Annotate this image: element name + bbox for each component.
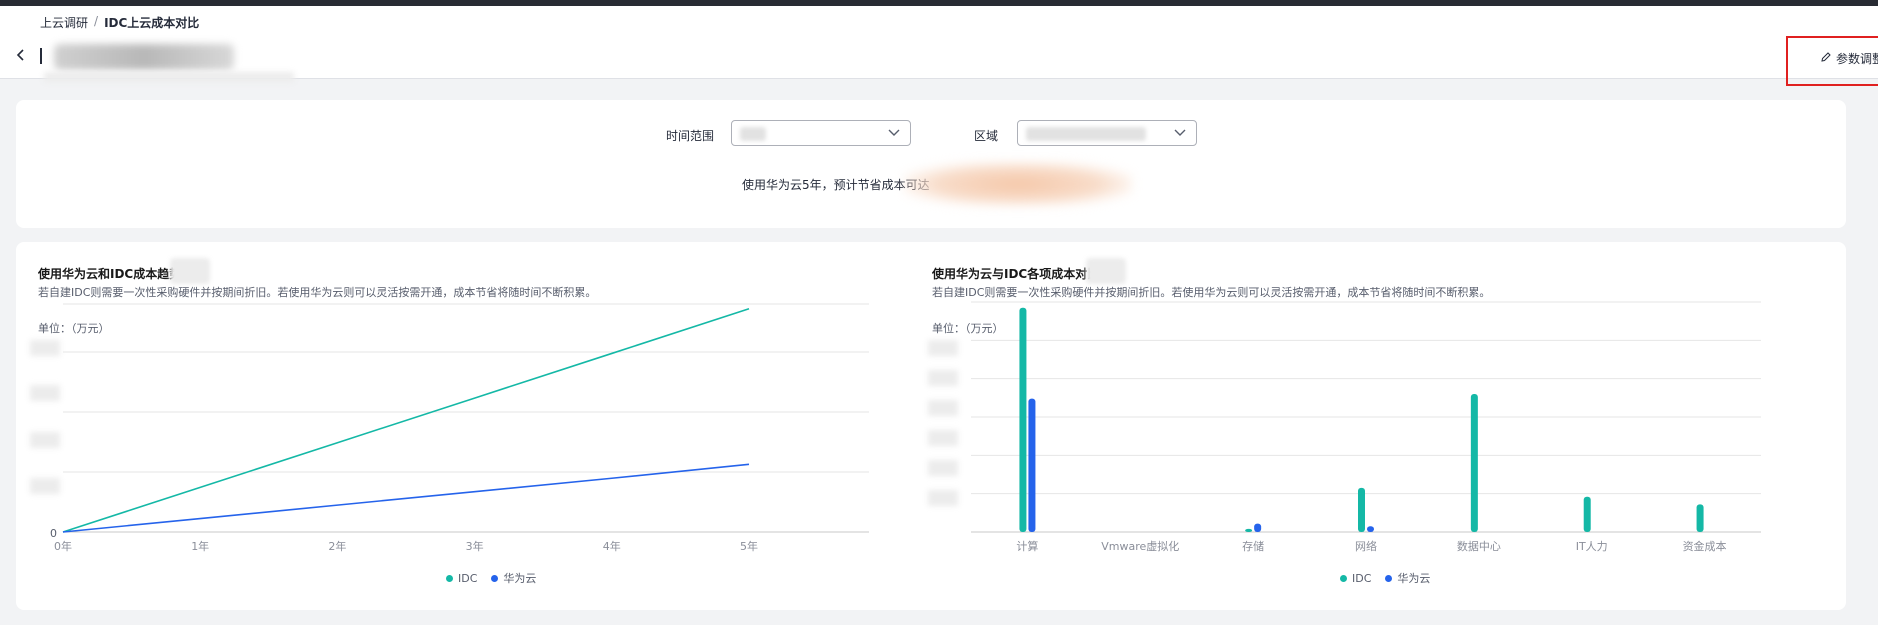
bar-idc[interactable] (1245, 528, 1253, 532)
back-arrow-icon[interactable] (14, 48, 28, 62)
savings-summary-text: 使用华为云5年，预计节省成本可达 (742, 178, 930, 192)
x-tick-label: 1年 (191, 540, 210, 553)
edit-pencil-icon (1821, 52, 1831, 62)
chevron-down-icon (888, 129, 900, 136)
breadcrumb-parent-link[interactable]: 上云调研 (40, 14, 88, 31)
bar-idc[interactable] (1470, 394, 1478, 532)
bar-huawei[interactable] (1254, 523, 1262, 532)
x-tick-label: 3年 (465, 540, 484, 553)
breadcrumb-current: IDC上云成本对比 (104, 16, 200, 30)
legend-label-idc: IDC (1352, 571, 1372, 585)
x-tick-label: 5年 (740, 540, 758, 553)
page-subtitle-redacted (44, 72, 294, 82)
x-category-label: 资金成本 (1682, 540, 1727, 553)
page-header: 上云调研 / IDC上云成本对比 (0, 6, 1878, 82)
x-tick-label: 4年 (602, 540, 621, 553)
bar-idc[interactable] (1019, 307, 1027, 532)
x-category-label: 数据中心 (1456, 540, 1501, 553)
bar-idc[interactable] (1583, 496, 1591, 532)
legend-label-huawei: 华为云 (1397, 572, 1431, 585)
region-value-redacted (1026, 127, 1146, 141)
region-label: 区域 (974, 129, 999, 143)
compare-bar-chart (971, 301, 1761, 533)
time-range-select[interactable] (731, 120, 911, 146)
adjust-parameters-button[interactable]: 参数调整 (1786, 36, 1878, 86)
x-category-label: 存储 (1242, 540, 1265, 553)
chart-card: 使用华为云和IDC成本趋势 若自建IDC则需要一次性采购硬件并按期间折旧。若使用… (16, 242, 1846, 610)
x-tick-label: 0年 (54, 540, 72, 553)
region-select[interactable] (1017, 120, 1197, 146)
x-category-label: 计算 (1016, 540, 1039, 553)
legend-item-idc[interactable]: IDC (1340, 570, 1371, 586)
breadcrumb-separator: / (94, 14, 99, 28)
page-title-marker (40, 48, 42, 64)
idc-dot-icon (1340, 574, 1347, 582)
bar-huawei[interactable] (1028, 398, 1036, 532)
breadcrumb: 上云调研 / IDC上云成本对比 (40, 14, 199, 31)
x-category-label: IT人力 (1575, 540, 1608, 553)
x-category-label: Vmware虚拟化 (1101, 540, 1180, 553)
adjust-parameters-label: 参数调整 (1835, 52, 1878, 66)
legend-item-huawei[interactable]: 华为云 (1385, 570, 1430, 586)
bar-huawei[interactable] (1367, 526, 1374, 532)
chevron-down-icon (1174, 129, 1186, 136)
bar-idc[interactable] (1696, 504, 1704, 532)
x-category-label: 网络 (1355, 540, 1377, 553)
time-range-value-redacted (740, 127, 766, 141)
bar-idc[interactable] (1358, 487, 1365, 532)
time-range-label: 时间范围 (666, 129, 715, 143)
savings-amount-redacted (904, 162, 1132, 206)
huawei-dot-icon (1385, 574, 1393, 582)
x-tick-label: 2年 (328, 540, 347, 553)
page-title-redacted (54, 44, 234, 70)
compare-legend: IDC 华为云 (1340, 570, 1430, 586)
